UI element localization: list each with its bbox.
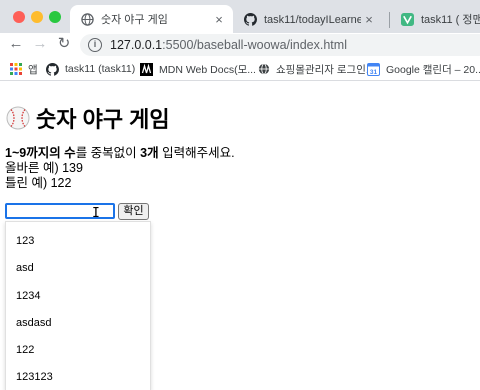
calendar-icon: 31: [367, 62, 380, 76]
bookmark-label: 쇼핑몰관리자 로그인...: [276, 63, 375, 76]
tab-github-til[interactable]: task11/todayILearned: 🙈 ×: [233, 5, 383, 33]
url-text[interactable]: 127.0.0.1:5500/baseball-woowa/index.html: [110, 38, 347, 52]
browser-toolbar: ← → ↻ i 127.0.0.1:5500/baseball-woowa/in…: [0, 33, 480, 57]
back-arrow-icon[interactable]: ←: [7, 35, 25, 53]
reload-icon[interactable]: ↻: [55, 35, 73, 53]
range-text: 1~9까지의 수: [5, 146, 76, 160]
instruction-line: 1~9까지의 수를 중복없이 3개 입력해주세요.: [5, 146, 235, 161]
url-host: 127.0.0.1: [110, 38, 163, 52]
tab-close-icon[interactable]: ×: [211, 12, 227, 27]
submit-button[interactable]: 확인: [118, 203, 149, 220]
wrong-example: 틀린 예) 122: [5, 176, 72, 190]
tab-task11[interactable]: task11 ( 정맨) -: [390, 5, 480, 33]
url-path: :5500/baseball-woowa/index.html: [162, 38, 347, 52]
minimize-window-button[interactable]: [31, 11, 43, 23]
apps-grid-icon: [9, 63, 22, 76]
info-icon[interactable]: i: [88, 38, 102, 52]
mdn-icon: [140, 62, 153, 76]
globe-icon: [80, 12, 94, 26]
autocomplete-dropdown: 123 asd 1234 asdasd 122 123123: [5, 221, 151, 390]
instruction-text: 1~9까지의 수를 중복없이 3개 입력해주세요. 올바른 예) 139 틀린 …: [5, 146, 235, 191]
instruction-middle: 를 중복없이: [75, 146, 141, 160]
bookmark-label: Google 캘린더 – 20...: [386, 63, 480, 76]
tab-strip: 숫자 야구 게임 × task11/todayILearned: 🙈 × tas…: [0, 0, 480, 33]
bookmarks-bar: 앱 task11 (task11) MDN Web Docs(모... 쇼핑몰관…: [0, 57, 480, 81]
autocomplete-item[interactable]: 123123: [16, 371, 53, 383]
bookmark-mdn[interactable]: MDN Web Docs(모...: [140, 61, 256, 77]
page-content: 숫자 야구 게임 1~9까지의 수를 중복없이 3개 입력해주세요. 올바른 예…: [0, 82, 480, 390]
correct-example: 올바른 예) 139: [5, 161, 83, 175]
autocomplete-item[interactable]: 1234: [16, 290, 40, 302]
autocomplete-item[interactable]: asdasd: [16, 317, 51, 329]
forward-arrow-icon[interactable]: →: [31, 35, 49, 53]
tab-baseball-game[interactable]: 숫자 야구 게임 ×: [70, 5, 233, 33]
github-icon: [46, 62, 59, 76]
bookmark-label: 앱: [28, 63, 38, 76]
bookmark-task11[interactable]: task11 (task11): [46, 61, 135, 77]
bookmark-label: MDN Web Docs(모...: [159, 63, 256, 76]
bookmark-apps[interactable]: 앱: [9, 61, 38, 77]
page-title-text: 숫자 야구 게임: [36, 107, 170, 132]
bookmark-label: task11 (task11): [65, 63, 136, 75]
tab-title: task11/todayILearned: 🙈: [264, 13, 361, 26]
globe-icon: [257, 63, 270, 76]
text-cursor-icon: I: [92, 206, 100, 221]
close-window-button[interactable]: [13, 11, 25, 23]
instruction-end: 입력해주세요.: [158, 146, 235, 160]
tab-close-icon[interactable]: ×: [361, 12, 377, 27]
github-icon: [243, 12, 257, 26]
tab-title: task11 ( 정맨) -: [421, 14, 480, 26]
autocomplete-item[interactable]: asd: [16, 262, 34, 274]
address-bar[interactable]: i 127.0.0.1:5500/baseball-woowa/index.ht…: [80, 34, 480, 56]
vue-icon: [400, 12, 414, 26]
bookmark-shop-admin[interactable]: 쇼핑몰관리자 로그인...: [257, 61, 375, 77]
autocomplete-item[interactable]: 123: [16, 235, 34, 247]
baseball-icon: [6, 106, 30, 130]
bookmark-google-calendar[interactable]: 31 Google 캘린더 – 20...: [367, 61, 480, 77]
tab-title: 숫자 야구 게임: [101, 14, 168, 26]
page-title: 숫자 야구 게임: [6, 102, 170, 134]
count-text: 3개: [140, 146, 159, 160]
maximize-window-button[interactable]: [49, 11, 61, 23]
calendar-day: 31: [370, 69, 378, 76]
autocomplete-item[interactable]: 122: [16, 344, 34, 356]
